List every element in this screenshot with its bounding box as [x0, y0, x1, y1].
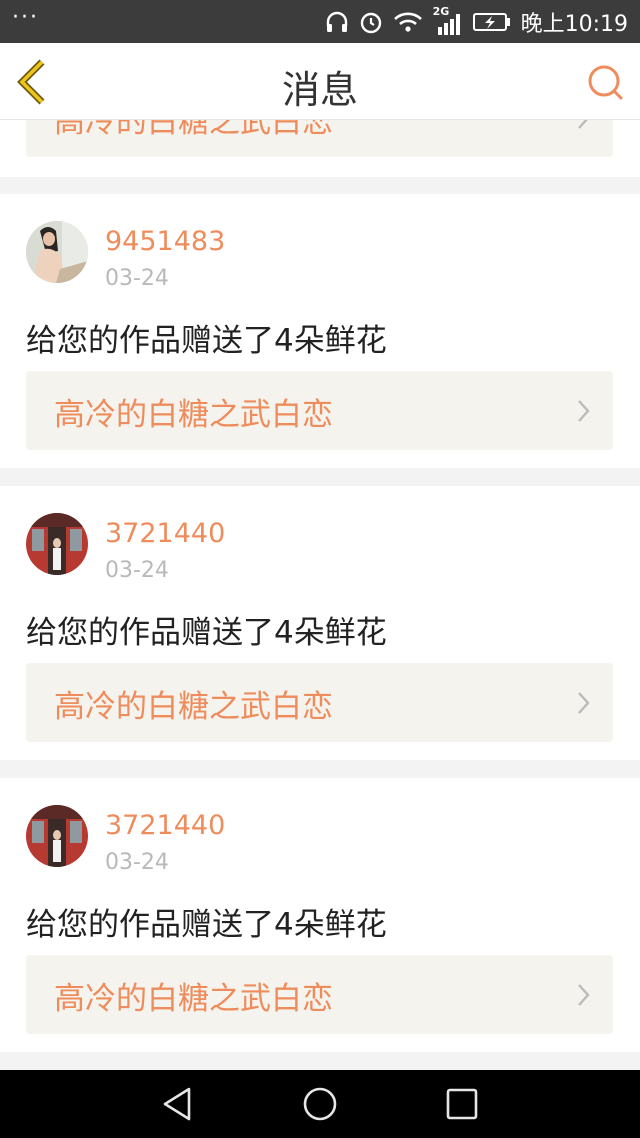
signal-icon: 2G: [433, 5, 463, 35]
status-icons: 2G 晚上10:19: [325, 5, 628, 38]
timestamp: 03-24: [105, 558, 169, 583]
timestamp: 03-24: [105, 850, 169, 875]
chevron-right-icon: [578, 984, 590, 1006]
work-title: 高冷的白糖之武白恋: [54, 689, 333, 725]
chevron-right-icon: [578, 692, 590, 714]
work-title: 高冷的白糖之武白恋: [54, 981, 333, 1017]
message-text: 给您的作品赠送了4朵鲜花: [26, 323, 387, 359]
nav-back-icon[interactable]: [159, 1085, 197, 1123]
message-text: 给您的作品赠送了4朵鲜花: [26, 907, 387, 943]
system-nav-bar: [0, 1070, 640, 1138]
avatar[interactable]: [26, 513, 88, 575]
username[interactable]: 9451483: [105, 226, 225, 257]
list-item: 9451483 03-24 给您的作品赠送了4朵鲜花 高冷的白糖之武白恋: [0, 194, 640, 468]
work-link[interactable]: 高冷的白糖之武白恋: [26, 663, 613, 742]
page-title: 消息: [281, 68, 358, 112]
list-item: 3721440 03-24 给您的作品赠送了4朵鲜花 高冷的白糖之武白恋: [0, 486, 640, 760]
search-icon[interactable]: [586, 63, 624, 101]
work-title: 高冷的白糖之武白恋: [54, 120, 333, 140]
work-title: 高冷的白糖之武白恋: [54, 397, 333, 433]
chevron-right-icon: [578, 120, 588, 129]
work-link[interactable]: 高冷的白糖之武白恋: [26, 955, 613, 1034]
message-list[interactable]: 高冷的白糖之武白恋 9451483 03-24 给您的作品赠送了4朵鲜花 高冷的…: [0, 120, 640, 1070]
message-text: 给您的作品赠送了4朵鲜花: [26, 615, 387, 651]
list-item: 3721440 03-24 给您的作品赠送了4朵鲜花 高冷的白糖之武白恋: [0, 778, 640, 1052]
wifi-icon: [393, 12, 422, 32]
battery-charging-icon: [472, 12, 510, 31]
nav-recents-icon[interactable]: [443, 1085, 481, 1123]
clock: 晚上10:19: [520, 11, 628, 37]
avatar[interactable]: [26, 221, 88, 283]
username[interactable]: 3721440: [105, 810, 225, 841]
list-item-partial: 高冷的白糖之武白恋: [0, 120, 640, 177]
more-dots: ···: [12, 5, 39, 30]
nav-header: 消息: [0, 43, 640, 120]
work-link[interactable]: 高冷的白糖之武白恋: [26, 371, 613, 450]
avatar[interactable]: [26, 805, 88, 867]
chevron-right-icon: [578, 400, 590, 422]
username[interactable]: 3721440: [105, 518, 225, 549]
avatar-photo: [26, 805, 88, 867]
nav-home-icon[interactable]: [301, 1085, 339, 1123]
alarm-icon: [360, 12, 381, 33]
avatar-photo: [26, 221, 88, 283]
timestamp: 03-24: [105, 266, 169, 291]
avatar-photo: [26, 513, 88, 575]
headphones-icon: [326, 11, 347, 32]
status-bar: ··· 2G 晚上10:19: [0, 0, 640, 43]
work-link[interactable]: 高冷的白糖之武白恋: [26, 120, 613, 157]
